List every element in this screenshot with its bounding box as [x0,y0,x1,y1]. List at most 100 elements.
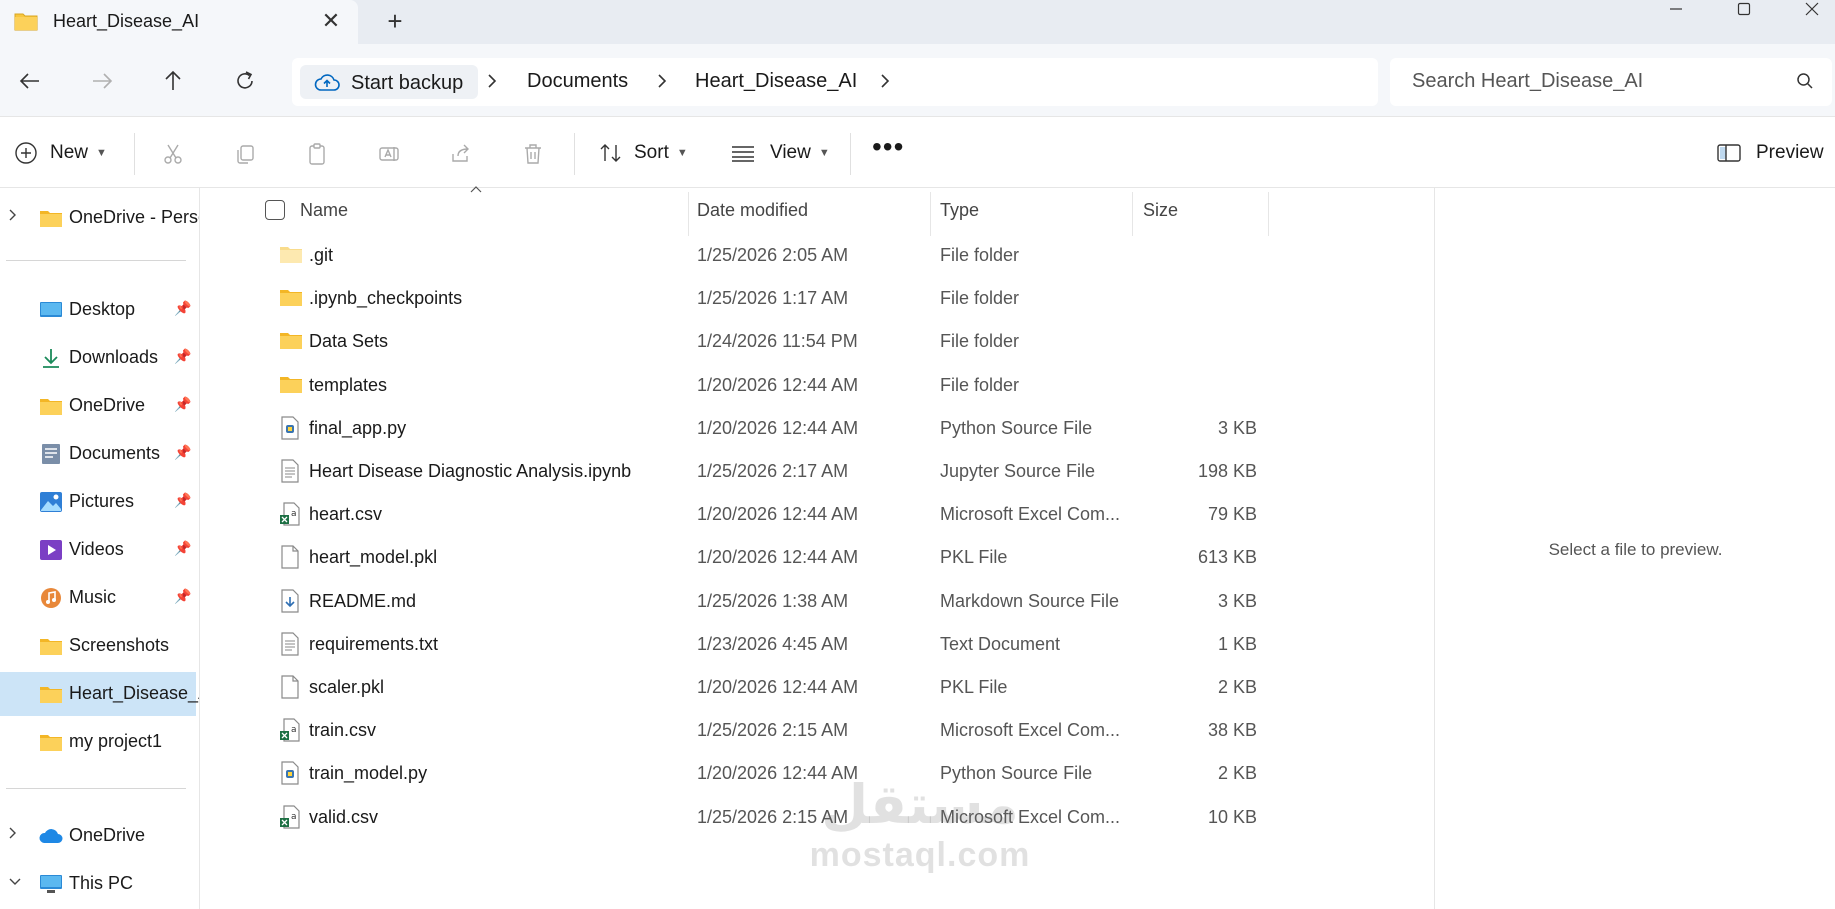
more-options-button[interactable]: ••• [872,129,904,165]
column-divider[interactable] [1132,192,1133,236]
new-button[interactable]: New ▼ [14,135,107,171]
start-backup-button[interactable]: Start backup [300,65,478,99]
file-icon [279,675,303,699]
file-row[interactable]: a heart.csv 1/20/2026 12:44 AM Microsoft Ex… [224,493,1269,536]
sidebar-item-videos[interactable]: Videos 📌 [0,528,196,572]
file-row[interactable]: Data Sets 1/24/2026 11:54 PM File folder [224,320,1269,363]
chevron-down-icon[interactable] [8,874,22,892]
close-window-button[interactable] [1782,0,1835,18]
file-date-modified: 1/25/2026 2:15 AM [697,720,849,741]
chevron-right-icon[interactable] [879,72,891,95]
rename-button[interactable] [371,137,407,171]
file-row[interactable]: heart_model.pkl 1/20/2026 12:44 AM PKL Fil… [224,536,1269,579]
sidebar-item-screenshots[interactable]: Screenshots [0,624,196,668]
view-button[interactable]: View ▼ [730,135,830,171]
forward-button[interactable] [85,64,119,98]
sidebar-item-desktop[interactable]: Desktop 📌 [0,288,196,332]
column-type[interactable]: Type [940,200,979,221]
column-divider[interactable] [930,192,931,236]
file-explorer-window: Heart_Disease_AI ✕ + Start backup Docume… [0,0,1835,909]
file-row[interactable]: final_app.py 1/20/2026 12:44 AM Python Sou… [224,407,1269,450]
sidebar-item-this-pc[interactable]: This PC [0,862,196,906]
minimize-button[interactable] [1646,0,1706,18]
file-name: Heart Disease Diagnostic Analysis.ipynb [309,461,632,481]
sidebar-item-onedrive-personal[interactable]: OneDrive - Perso [0,196,199,240]
close-tab-icon[interactable]: ✕ [318,8,344,34]
column-divider[interactable] [1268,192,1269,236]
refresh-icon [237,71,253,89]
cloud-upload-icon [314,72,340,97]
sidebar-item-label: Heart_Disease_A [69,683,200,703]
sidebar-item-label: OneDrive - Perso [69,207,200,227]
pin-icon[interactable]: 📌 [174,396,191,413]
cut-button[interactable] [155,137,191,171]
select-all-checkbox[interactable] [265,200,285,220]
file-row[interactable]: templates 1/20/2026 12:44 AM File folder [224,364,1269,407]
column-size[interactable]: Size [1143,200,1178,221]
file-row[interactable]: train_model.py 1/20/2026 12:44 AM Python S… [224,752,1269,795]
pin-icon[interactable]: 📌 [174,444,191,461]
up-button[interactable] [156,64,190,98]
pin-icon[interactable]: 📌 [174,348,191,365]
chevron-right-icon[interactable] [8,826,18,845]
file-row[interactable]: a train.csv 1/25/2026 2:15 AM Microsoft Exc… [224,709,1269,752]
delete-button[interactable] [515,137,551,171]
column-date-modified[interactable]: Date modified [697,200,808,221]
sidebar-item-music[interactable]: Music 📌 [0,576,196,620]
file-row[interactable]: README.md 1/25/2026 1:38 AM Markdown Sourc… [224,580,1269,623]
preview-pane-button[interactable]: Preview [1716,135,1824,171]
chevron-right-icon[interactable] [8,208,18,227]
watermark-arabic: مستقل [821,773,1019,836]
folder-icon [39,731,63,753]
file-row[interactable]: a valid.csv 1/25/2026 2:15 AM Microsoft Exc… [224,796,1269,839]
chevron-right-icon[interactable] [486,72,498,95]
breadcrumb-heart-disease-ai[interactable]: Heart_Disease_AI [695,70,857,93]
share-button[interactable] [443,137,479,171]
file-name: valid.csv [309,806,379,827]
sidebar-item-downloads[interactable]: Downloads 📌 [0,336,196,380]
sidebar-divider [6,788,186,789]
sidebar-item-onedrive-cloud[interactable]: OneDrive [0,814,196,858]
sort-button[interactable]: Sort ▼ [598,135,688,171]
address-bar-row: Start backup Documents Heart_Disease_AI [0,44,1835,116]
file-name: .git [309,245,334,265]
breadcrumb[interactable]: Start backup Documents Heart_Disease_AI [292,58,1378,106]
copy-button[interactable] [227,137,263,171]
search-icon[interactable] [1796,72,1814,95]
markdown-file-icon [279,588,303,613]
column-name[interactable]: Name [300,200,348,221]
file-row[interactable]: scaler.pkl 1/20/2026 12:44 AM PKL File 2 KB [224,666,1269,709]
tab-heart-disease-ai[interactable]: Heart_Disease_AI ✕ [0,0,358,44]
sidebar-item-pictures[interactable]: Pictures 📌 [0,480,196,524]
chevron-right-icon[interactable] [656,72,668,95]
maximize-button[interactable] [1714,0,1774,18]
pin-icon[interactable]: 📌 [174,492,191,509]
pin-icon[interactable]: 📌 [174,300,191,317]
file-row[interactable]: Heart Disease Diagnostic Analysis.ipynb 1… [224,450,1269,493]
breadcrumb-documents[interactable]: Documents [527,70,628,93]
file-name: Data Sets [309,331,389,352]
refresh-button[interactable] [228,64,262,98]
python-file-icon [279,416,303,440]
file-row[interactable]: .git 1/25/2026 2:05 AM File folder [224,234,1269,277]
search-box[interactable] [1390,58,1832,106]
sidebar-item-documents[interactable]: Documents 📌 [0,432,196,476]
pin-icon[interactable]: 📌 [174,588,191,605]
search-input[interactable] [1412,70,1782,93]
file-row[interactable]: requirements.txt 1/23/2026 4:45 AM Text Do… [224,623,1269,666]
start-backup-label: Start backup [351,72,464,94]
paste-button[interactable] [299,137,335,171]
new-tab-button[interactable]: + [380,6,410,36]
tab-title: Heart_Disease_AI [53,11,200,31]
pin-icon[interactable]: 📌 [174,540,191,557]
file-row[interactable]: .ipynb_checkpoints 1/25/2026 1:17 AM File … [224,277,1269,320]
preview-label: Preview [1756,142,1824,163]
sidebar-item-heart-disease-ai[interactable]: Heart_Disease_A [0,672,199,716]
column-divider[interactable] [688,192,689,236]
sidebar-item-my-project1[interactable]: my project1 [0,720,196,764]
sidebar-item-label: my project1 [69,731,163,751]
sidebar-item-onedrive[interactable]: OneDrive 📌 [0,384,196,428]
back-button[interactable] [13,64,47,98]
folder-icon [14,10,38,37]
folder-icon [279,243,303,267]
